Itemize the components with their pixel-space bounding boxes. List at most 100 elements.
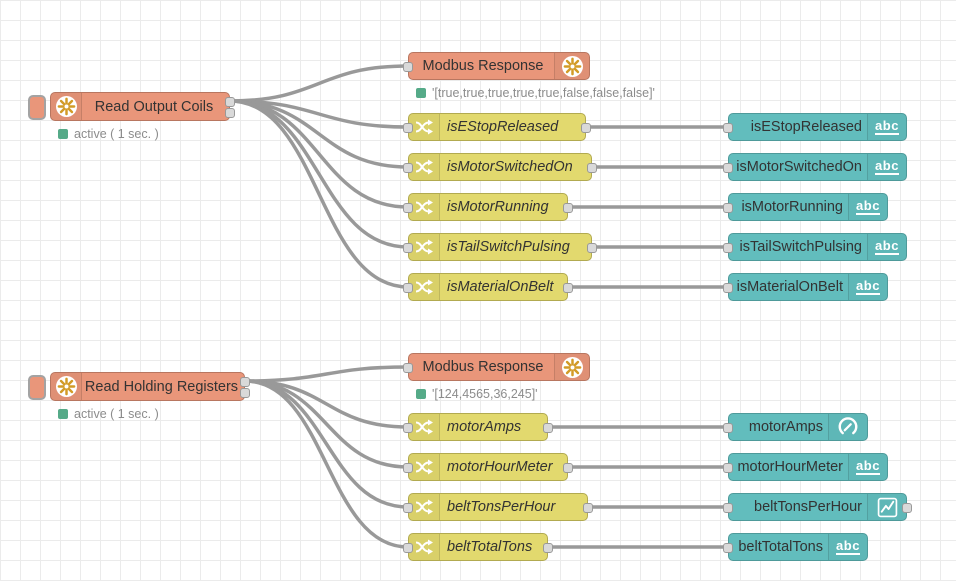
node-switch-isMaterialOnBelt[interactable]: isMaterialOnBelt bbox=[408, 273, 568, 301]
node-label: isTailSwitchPulsing bbox=[735, 234, 862, 260]
icon-container: abc bbox=[848, 274, 887, 300]
switch-icon bbox=[414, 158, 434, 176]
node-switch-motorHourMeter[interactable]: motorHourMeter bbox=[408, 453, 568, 481]
wire[interactable] bbox=[230, 101, 408, 167]
node-switch-isEStopReleased[interactable]: isEStopReleased bbox=[408, 113, 586, 141]
inject-button[interactable] bbox=[28, 375, 46, 400]
wire[interactable] bbox=[245, 381, 408, 507]
input-port[interactable] bbox=[723, 203, 733, 213]
icon-container bbox=[409, 194, 440, 220]
icon-container bbox=[409, 534, 440, 560]
node-ui-motorHourMeter[interactable]: abcmotorHourMeter bbox=[728, 453, 888, 481]
node-ui-isMotorRunning[interactable]: abcisMotorRunning bbox=[728, 193, 888, 221]
node-ui-isMaterialOnBelt[interactable]: abcisMaterialOnBelt bbox=[728, 273, 888, 301]
output-port[interactable] bbox=[563, 463, 573, 473]
input-port[interactable] bbox=[723, 503, 733, 513]
icon-container bbox=[51, 373, 82, 400]
input-port[interactable] bbox=[403, 283, 413, 293]
input-port[interactable] bbox=[403, 503, 413, 513]
node-read-output-coils[interactable]: Read Output Coilsactive ( 1 sec. ) bbox=[50, 92, 230, 121]
node-ui-isMotorSwitchedOn[interactable]: abcisMotorSwitchedOn bbox=[728, 153, 907, 181]
output-port[interactable] bbox=[902, 503, 912, 513]
inject-button[interactable] bbox=[28, 95, 46, 120]
input-port[interactable] bbox=[723, 163, 733, 173]
input-port[interactable] bbox=[403, 423, 413, 433]
output-port[interactable] bbox=[563, 203, 573, 213]
output-port[interactable] bbox=[587, 163, 597, 173]
node-label: Modbus Response bbox=[413, 354, 553, 380]
node-modbus-response-a[interactable]: Modbus Response'[true,true,true,true,tru… bbox=[408, 52, 590, 80]
output-port[interactable] bbox=[581, 123, 591, 133]
abc-icon: abc bbox=[875, 119, 899, 135]
switch-icon bbox=[414, 538, 434, 556]
wire[interactable] bbox=[230, 101, 408, 287]
input-port[interactable] bbox=[723, 463, 733, 473]
input-port[interactable] bbox=[403, 243, 413, 253]
input-port[interactable] bbox=[723, 543, 733, 553]
output-port-1[interactable] bbox=[225, 97, 235, 107]
status-text: active ( 1 sec. ) bbox=[74, 407, 159, 421]
input-port[interactable] bbox=[403, 463, 413, 473]
input-port[interactable] bbox=[403, 62, 413, 72]
node-ui-isEStopReleased[interactable]: abcisEStopReleased bbox=[728, 113, 907, 141]
abc-icon: abc bbox=[875, 159, 899, 175]
switch-icon bbox=[414, 458, 434, 476]
input-port[interactable] bbox=[723, 423, 733, 433]
node-switch-isMotorSwitchedOn[interactable]: isMotorSwitchedOn bbox=[408, 153, 592, 181]
status-dot-icon bbox=[416, 389, 426, 399]
node-label: beltTotalTons bbox=[735, 534, 823, 560]
node-ui-motorAmps[interactable]: motorAmps bbox=[728, 413, 868, 441]
node-switch-isMotorRunning[interactable]: isMotorRunning bbox=[408, 193, 568, 221]
node-status: active ( 1 sec. ) bbox=[58, 407, 159, 421]
input-port[interactable] bbox=[403, 123, 413, 133]
node-ui-isTailSwitchPulsing[interactable]: abcisTailSwitchPulsing bbox=[728, 233, 907, 261]
node-switch-isTailSwitchPulsing[interactable]: isTailSwitchPulsing bbox=[408, 233, 592, 261]
node-modbus-response-b[interactable]: Modbus Response'[124,4565,36,245]' bbox=[408, 353, 590, 381]
wire[interactable] bbox=[230, 101, 408, 247]
chart-icon bbox=[877, 497, 898, 518]
icon-container: abc bbox=[867, 114, 906, 140]
status-text: active ( 1 sec. ) bbox=[74, 127, 159, 141]
output-port[interactable] bbox=[583, 503, 593, 513]
input-port[interactable] bbox=[403, 203, 413, 213]
wire[interactable] bbox=[245, 367, 408, 381]
switch-icon bbox=[414, 118, 434, 136]
output-port[interactable] bbox=[587, 243, 597, 253]
abc-icon: abc bbox=[856, 459, 880, 475]
node-label: beltTonsPerHour bbox=[447, 494, 583, 520]
output-port-2[interactable] bbox=[240, 388, 250, 398]
node-ui-beltTonsPerHour[interactable]: beltTonsPerHour bbox=[728, 493, 907, 521]
icon-container bbox=[51, 93, 82, 120]
output-port[interactable] bbox=[543, 543, 553, 553]
node-switch-beltTotalTons[interactable]: beltTotalTons bbox=[408, 533, 548, 561]
input-port[interactable] bbox=[403, 363, 413, 373]
switch-icon bbox=[414, 198, 434, 216]
node-label: Read Holding Registers bbox=[83, 373, 240, 400]
input-port[interactable] bbox=[723, 283, 733, 293]
node-switch-beltTonsPerHour[interactable]: beltTonsPerHour bbox=[408, 493, 588, 521]
input-port[interactable] bbox=[403, 163, 413, 173]
icon-container bbox=[409, 494, 440, 520]
node-switch-motorAmps[interactable]: motorAmps bbox=[408, 413, 548, 441]
output-port-2[interactable] bbox=[225, 108, 235, 118]
input-port[interactable] bbox=[723, 123, 733, 133]
input-port[interactable] bbox=[723, 243, 733, 253]
gauge-icon bbox=[837, 416, 859, 438]
node-label: beltTonsPerHour bbox=[735, 494, 862, 520]
icon-container bbox=[828, 414, 867, 440]
node-read-holding-registers[interactable]: Read Holding Registersactive ( 1 sec. ) bbox=[50, 372, 245, 401]
node-ui-beltTotalTons[interactable]: abcbeltTotalTons bbox=[728, 533, 868, 561]
output-port-1[interactable] bbox=[240, 377, 250, 387]
switch-icon bbox=[414, 238, 434, 256]
output-port[interactable] bbox=[563, 283, 573, 293]
switch-icon bbox=[414, 418, 434, 436]
input-port[interactable] bbox=[403, 543, 413, 553]
modbus-icon bbox=[562, 56, 583, 77]
icon-container: abc bbox=[848, 194, 887, 220]
wire[interactable] bbox=[230, 66, 408, 101]
output-port[interactable] bbox=[543, 423, 553, 433]
icon-container: abc bbox=[867, 154, 906, 180]
abc-icon: abc bbox=[856, 279, 880, 295]
node-status: active ( 1 sec. ) bbox=[58, 127, 159, 141]
flow-canvas[interactable]: Read Output Coilsactive ( 1 sec. ) Modbu… bbox=[0, 0, 956, 581]
